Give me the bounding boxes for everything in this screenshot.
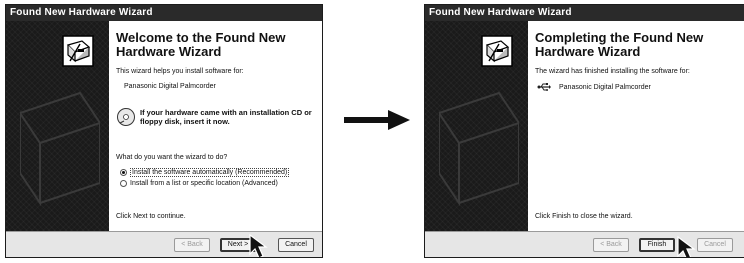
finish-text: Click Finish to close the wizard.	[535, 213, 633, 220]
wizard-heading: Completing the Found New Hardware Wizard	[535, 30, 704, 59]
cd-icon	[117, 108, 135, 126]
back-button[interactable]: < Back	[593, 238, 629, 252]
option-install-from-list[interactable]: Install from a list or specific location…	[120, 180, 278, 187]
sidebar-decoration	[439, 91, 519, 207]
finish-button[interactable]: Finish	[639, 238, 675, 252]
wizard-question: What do you want the wizard to do?	[116, 154, 228, 161]
wizard-intro: This wizard helps you install software f…	[116, 68, 244, 75]
option-label: Install the software automatically (Reco…	[130, 168, 290, 177]
wizard-heading: Welcome to the Found New Hardware Wizard	[116, 30, 286, 59]
radio-button[interactable]	[120, 180, 127, 187]
window-title: Found New Hardware Wizard	[425, 5, 744, 21]
wizard-window-completing: Found New Hardware Wizard Completing the…	[424, 4, 744, 258]
cd-prompt: If your hardware came with an installati…	[140, 108, 312, 126]
option-label: Install from a list or specific location…	[130, 180, 278, 187]
hardware-wizard-icon	[62, 35, 94, 67]
wizard-intro: The wizard has finished installing the s…	[535, 68, 690, 75]
device-name: Panasonic Digital Palmcorder	[124, 83, 216, 90]
mouse-pointer-icon	[677, 236, 696, 257]
hardware-wizard-icon	[481, 35, 513, 67]
option-install-automatically[interactable]: Install the software automatically (Reco…	[120, 168, 290, 177]
wizard-sidebar	[425, 21, 528, 233]
cancel-button[interactable]: Cancel	[697, 238, 733, 252]
cancel-button[interactable]: Cancel	[278, 238, 314, 252]
wizard-window-welcome: Found New Hardware Wizard Welcome to the…	[5, 4, 323, 258]
button-bar: < Back Next > Cancel	[6, 231, 322, 257]
window-title: Found New Hardware Wizard	[6, 5, 322, 21]
device-name: Panasonic Digital Palmcorder	[559, 83, 651, 91]
wizard-sidebar	[6, 21, 109, 233]
usb-icon	[537, 83, 551, 91]
right-arrow-icon	[344, 110, 410, 130]
mouse-pointer-icon	[249, 234, 268, 257]
radio-button[interactable]	[120, 169, 127, 176]
back-button[interactable]: < Back	[174, 238, 210, 252]
sidebar-decoration	[20, 91, 100, 207]
continue-text: Click Next to continue.	[116, 213, 186, 220]
